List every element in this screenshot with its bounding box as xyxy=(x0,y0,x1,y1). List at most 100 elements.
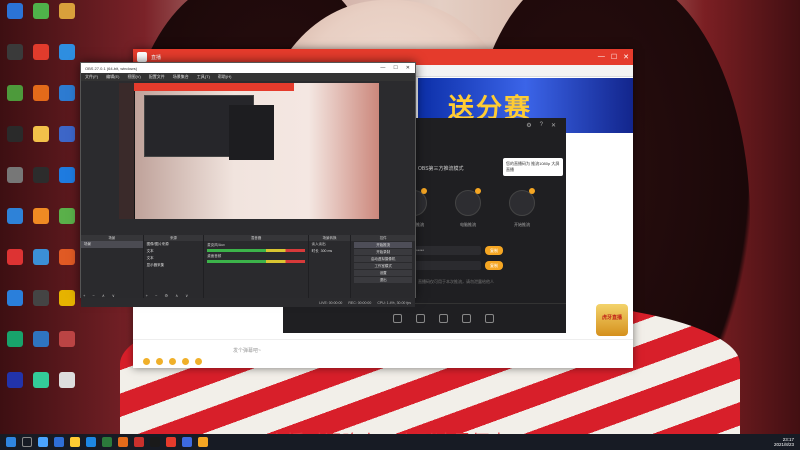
desktop-shortcut[interactable] xyxy=(30,126,52,143)
control-button[interactable]: 启动虚拟摄像机 xyxy=(354,256,412,262)
settings-icon[interactable]: ⚙ xyxy=(526,122,531,129)
pinned-app-icon[interactable] xyxy=(134,437,144,447)
pinned-app-icon[interactable] xyxy=(38,437,48,447)
source-item[interactable]: 图像/图片来源 xyxy=(144,241,204,248)
camera-icon[interactable] xyxy=(393,314,402,323)
app-icon xyxy=(7,126,23,142)
share-icon[interactable] xyxy=(439,314,448,323)
transition-duration[interactable]: 时长 300 ms xyxy=(309,248,351,255)
desktop-shortcut[interactable] xyxy=(4,208,26,225)
desktop-shortcut[interactable] xyxy=(56,85,78,102)
chat-bar[interactable]: 发个弹幕吧~ xyxy=(133,339,633,368)
desktop-shortcut[interactable] xyxy=(56,167,78,184)
menu-item[interactable]: 工具(T) xyxy=(197,74,210,80)
desktop-shortcut[interactable] xyxy=(56,44,78,61)
system-clock[interactable]: 23:17 2021/8/23 xyxy=(774,437,800,447)
menu-item[interactable]: 场景集合 xyxy=(173,74,189,80)
chat-input[interactable]: 发个弹幕吧~ xyxy=(233,347,261,354)
pinned-app-icon[interactable] xyxy=(198,437,208,447)
audio-icon[interactable] xyxy=(462,314,471,323)
desktop-shortcut[interactable] xyxy=(4,85,26,102)
minimize-icon[interactable]: — xyxy=(598,53,605,61)
desktop-shortcut[interactable] xyxy=(30,290,52,307)
copy-url-button[interactable]: 复制 xyxy=(485,246,503,255)
desktop-shortcut[interactable] xyxy=(30,372,52,389)
desktop-shortcut[interactable] xyxy=(4,44,26,61)
menu-item[interactable]: 编辑(E) xyxy=(106,74,119,80)
desktop-shortcut[interactable] xyxy=(56,208,78,225)
pinned-app-icon[interactable] xyxy=(150,437,160,447)
close-icon[interactable]: ✕ xyxy=(406,65,410,71)
desktop-shortcut[interactable] xyxy=(56,3,78,20)
obs-preview[interactable] xyxy=(119,83,379,219)
menu-item[interactable]: 配置文件 xyxy=(149,74,165,80)
desktop-shortcut[interactable] xyxy=(30,3,52,20)
obs-window[interactable]: OBS 27.0.1 (64-bit, windows) — ☐ ✕ 文件(F)… xyxy=(80,62,416,307)
scene-item[interactable]: 场景 xyxy=(81,241,143,248)
desktop-shortcut[interactable] xyxy=(4,126,26,143)
pinned-app-icon[interactable] xyxy=(86,437,96,447)
desktop-shortcut[interactable] xyxy=(56,290,78,307)
desktop-shortcut[interactable] xyxy=(30,167,52,184)
desktop-shortcut[interactable] xyxy=(4,331,26,348)
mixer-dock[interactable]: 混音器 麦克风/Aux 桌面音频 xyxy=(204,235,308,299)
maximize-icon[interactable]: ☐ xyxy=(393,65,397,71)
pinned-app-icon[interactable] xyxy=(166,437,176,447)
source-item[interactable]: 文本 xyxy=(144,255,204,262)
start-icon[interactable] xyxy=(6,437,16,447)
desktop-shortcut[interactable] xyxy=(4,3,26,20)
sources-dock[interactable]: 来源 图像/图片来源 文本 文本 显示器采集 + − ⚙ ∧ ∨ xyxy=(143,235,204,299)
maximize-icon[interactable]: ☐ xyxy=(611,53,617,61)
transition-select[interactable]: 淡入淡出 xyxy=(309,241,351,248)
mic-icon[interactable] xyxy=(416,314,425,323)
app-icon xyxy=(33,126,49,142)
scenes-dock[interactable]: 场景 场景 + − ∧ ∨ xyxy=(81,235,143,299)
mixer-channel[interactable]: 桌面音频 xyxy=(207,254,305,263)
pinned-app-icon[interactable] xyxy=(182,437,192,447)
control-button[interactable]: 设置 xyxy=(354,270,412,276)
minimize-icon[interactable]: — xyxy=(380,65,385,71)
menu-item[interactable]: 视图(V) xyxy=(127,74,140,80)
desktop-shortcut[interactable] xyxy=(56,372,78,389)
desktop-shortcut[interactable] xyxy=(4,249,26,266)
menu-item[interactable]: 帮助(H) xyxy=(218,74,232,80)
desktop-shortcut[interactable] xyxy=(4,290,26,307)
volume-meter[interactable] xyxy=(207,260,305,263)
app-icon xyxy=(33,208,49,224)
gear-icon[interactable] xyxy=(485,314,494,323)
transitions-dock[interactable]: 场景转换 淡入淡出 时长 300 ms xyxy=(308,235,351,299)
control-button[interactable]: 工作室模式 xyxy=(354,263,412,269)
desktop-shortcut[interactable] xyxy=(56,331,78,348)
desktop-shortcut[interactable] xyxy=(4,372,26,389)
desktop-shortcut[interactable] xyxy=(30,331,52,348)
control-button[interactable]: 退出 xyxy=(354,277,412,283)
desktop-shortcut[interactable] xyxy=(56,249,78,266)
pinned-app-icon[interactable] xyxy=(54,437,64,447)
close-icon[interactable]: ✕ xyxy=(623,53,629,61)
pinned-app-icon[interactable] xyxy=(70,437,80,447)
pinned-app-icon[interactable] xyxy=(118,437,128,447)
control-button[interactable]: 开始录制 xyxy=(354,249,412,255)
desktop-shortcut[interactable] xyxy=(30,44,52,61)
desktop-shortcut[interactable] xyxy=(30,208,52,225)
mixer-channel[interactable]: 麦克风/Aux xyxy=(207,243,305,252)
control-button[interactable]: 开始推流 xyxy=(354,242,412,248)
pinned-app-icon[interactable] xyxy=(102,437,112,447)
desktop-shortcut[interactable] xyxy=(30,85,52,102)
desktop-shortcut[interactable] xyxy=(4,167,26,184)
mode-label: 电脑推流 xyxy=(460,222,476,227)
menu-item[interactable]: 文件(F) xyxy=(85,74,98,80)
desktop-shortcut[interactable] xyxy=(30,249,52,266)
desktop-shortcut[interactable] xyxy=(56,126,78,143)
copy-key-button[interactable]: 复制 xyxy=(485,261,503,270)
help-icon[interactable]: ? xyxy=(540,122,543,128)
gift-widget[interactable]: 虎牙直播 xyxy=(596,304,628,336)
search-icon[interactable] xyxy=(22,437,32,447)
volume-meter[interactable] xyxy=(207,249,305,252)
controls-dock[interactable]: 控件 开始推流 开始录制 启动虚拟摄像机 工作室模式 设置 退出 xyxy=(351,235,415,299)
close-icon[interactable]: ✕ xyxy=(551,122,556,129)
emoji-row[interactable] xyxy=(143,358,202,365)
source-item[interactable]: 文本 xyxy=(144,248,204,255)
app-icon xyxy=(33,44,49,60)
source-item[interactable]: 显示器采集 xyxy=(144,262,204,269)
